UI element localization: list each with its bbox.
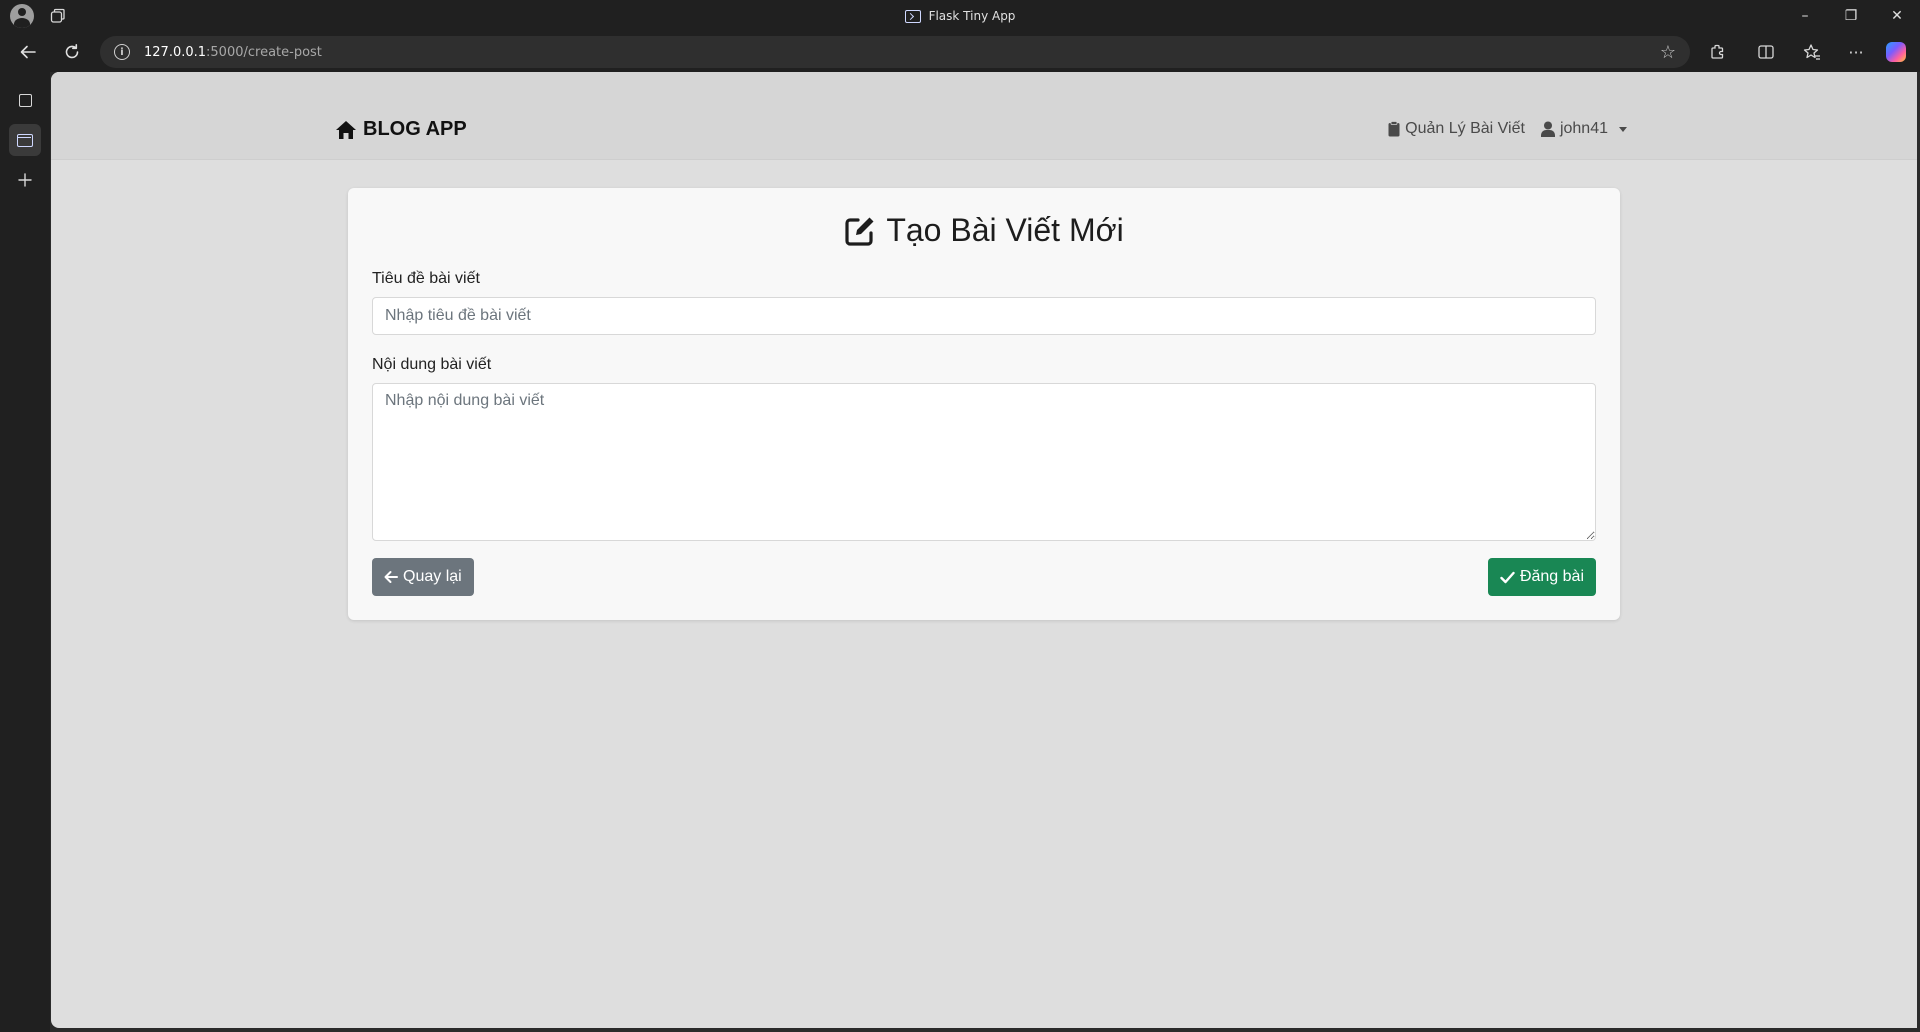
user-dropdown[interactable]: john41 bbox=[1540, 120, 1627, 138]
edit-icon bbox=[845, 217, 874, 246]
manage-posts-text: Quản Lý Bài Viết bbox=[1405, 120, 1525, 137]
navbar-right: Quản Lý Bài Viết john41 bbox=[1388, 120, 1627, 138]
restore-button[interactable]: ❐ bbox=[1828, 0, 1874, 32]
clipboard-icon bbox=[1388, 121, 1400, 137]
close-button[interactable]: ✕ bbox=[1874, 0, 1920, 32]
back-arrow-icon[interactable] bbox=[12, 36, 44, 68]
page-title: Tạo Bài Viết Mới bbox=[348, 212, 1620, 249]
more-icon[interactable]: ··· bbox=[1840, 36, 1872, 68]
site-navbar: BLOG APP Quản Lý Bài Viết john41 bbox=[51, 72, 1917, 160]
refresh-icon[interactable] bbox=[56, 36, 88, 68]
brand-text: BLOG APP bbox=[363, 118, 467, 140]
title-input[interactable] bbox=[372, 297, 1596, 335]
favorites-icon[interactable] bbox=[1796, 36, 1828, 68]
manage-posts-link[interactable]: Quản Lý Bài Viết bbox=[1388, 120, 1525, 138]
submit-post-button[interactable]: Đăng bài bbox=[1487, 558, 1596, 596]
vertical-tab-strip bbox=[0, 72, 50, 1032]
brand-link[interactable]: BLOG APP bbox=[335, 118, 467, 141]
url-path: :5000/create-post bbox=[206, 44, 322, 60]
submit-button-label: Đăng bài bbox=[1519, 568, 1584, 585]
extensions-icon[interactable] bbox=[1702, 36, 1734, 68]
home-icon bbox=[336, 120, 356, 139]
minimize-button[interactable]: – bbox=[1782, 0, 1828, 32]
split-screen-icon[interactable] bbox=[1750, 36, 1782, 68]
tab-actions-glyph bbox=[18, 93, 32, 107]
new-tab-icon[interactable] bbox=[9, 164, 41, 196]
content-textarea[interactable] bbox=[372, 383, 1596, 541]
window-title: Flask Tiny App bbox=[0, 0, 1920, 32]
back-button[interactable]: Quay lại bbox=[372, 558, 474, 596]
active-tab-icon[interactable] bbox=[9, 124, 41, 156]
window-title-bar: Flask Tiny App – ❐ ✕ bbox=[0, 0, 1920, 32]
arrow-left-icon bbox=[384, 571, 398, 583]
favorite-star-icon[interactable]: ☆ bbox=[1660, 42, 1676, 63]
copilot-icon[interactable] bbox=[1880, 36, 1912, 68]
title-label: Tiêu đề bài viết bbox=[372, 270, 480, 287]
tab-favicon-icon bbox=[904, 9, 921, 23]
window-controls: – ❐ ✕ bbox=[1782, 0, 1920, 32]
url-host: 127.0.0.1 bbox=[144, 44, 207, 60]
tab-actions-icon[interactable] bbox=[9, 84, 41, 116]
back-button-label: Quay lại bbox=[403, 568, 462, 585]
user-icon bbox=[1540, 121, 1555, 137]
copilot-logo bbox=[1886, 42, 1906, 62]
browser-toolbar: i 127.0.0.1:5000/create-post ☆ ··· bbox=[0, 32, 1920, 72]
content-label: Nội dung bài viết bbox=[372, 356, 492, 373]
check-icon bbox=[1500, 571, 1515, 583]
info-icon[interactable]: i bbox=[114, 44, 130, 60]
page-viewport: BLOG APP Quản Lý Bài Viết john41 Tạo Bài… bbox=[51, 72, 1917, 1028]
username-text: john41 bbox=[1559, 120, 1608, 137]
window-title-text: Flask Tiny App bbox=[928, 9, 1016, 23]
page-title-text: Tạo Bài Viết Mới bbox=[886, 212, 1124, 248]
chevron-down-icon bbox=[1619, 126, 1627, 132]
address-bar[interactable]: i 127.0.0.1:5000/create-post ☆ bbox=[100, 36, 1690, 68]
active-tab-glyph bbox=[17, 133, 33, 147]
create-post-card: Tạo Bài Viết Mới Tiêu đề bài viết Nội du… bbox=[348, 188, 1620, 620]
